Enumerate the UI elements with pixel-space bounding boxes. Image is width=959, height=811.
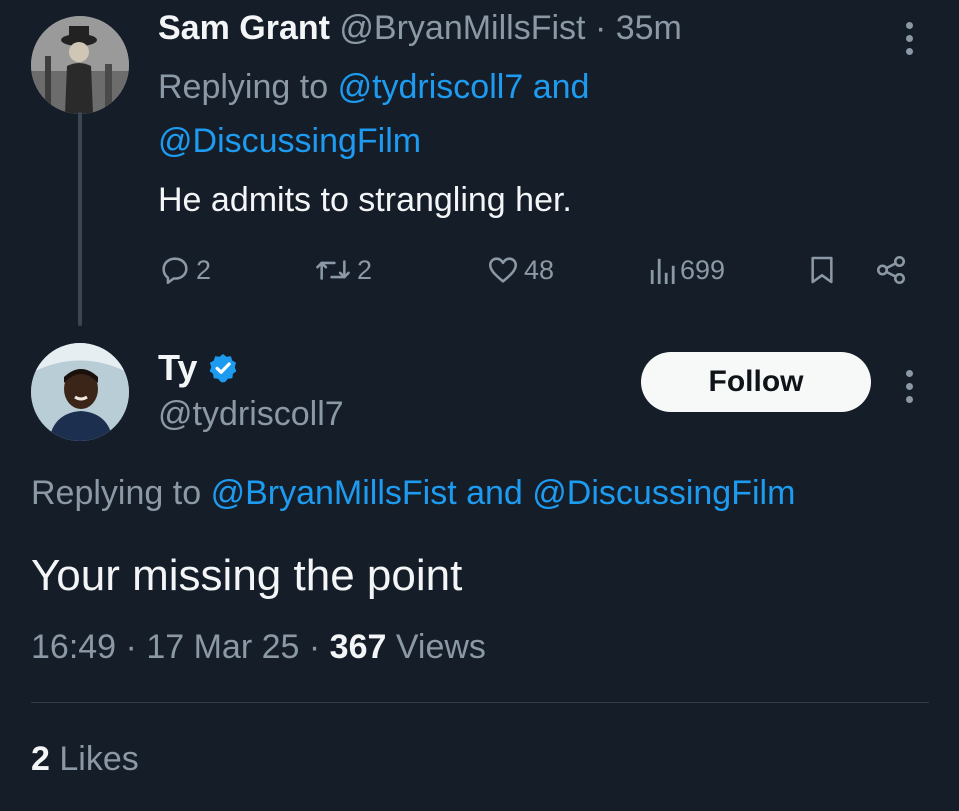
tweet-thread-page: Sam Grant @BryanMillsFist · 35m Replying… bbox=[0, 0, 959, 811]
meta-separator: · bbox=[308, 628, 321, 666]
more-options-icon[interactable] bbox=[904, 370, 914, 403]
views-count: 699 bbox=[680, 254, 726, 285]
repost-button[interactable]: 2 bbox=[313, 248, 372, 292]
thread-connector-line bbox=[78, 112, 82, 326]
parent-author-name[interactable]: Sam Grant bbox=[158, 9, 330, 47]
replying-and: and bbox=[466, 474, 523, 512]
avatar-ty[interactable] bbox=[31, 343, 129, 441]
parent-timestamp[interactable]: 35m bbox=[616, 9, 682, 47]
mention-discussingfilm[interactable]: @DiscussingFilm bbox=[532, 474, 795, 512]
replying-to-label: Replying to bbox=[31, 474, 202, 512]
mention-tydriscoll7[interactable]: @tydriscoll7 bbox=[338, 68, 524, 106]
mention-bryanmillsfist[interactable]: @BryanMillsFist bbox=[211, 474, 457, 512]
like-count: 48 bbox=[524, 254, 555, 285]
verified-badge-icon bbox=[210, 354, 237, 383]
heart-icon bbox=[488, 257, 518, 283]
reply-button[interactable]: 2 bbox=[158, 248, 211, 292]
replying-to-label: Replying to bbox=[158, 68, 329, 106]
parent-action-bar: 2 2 48 699 bbox=[0, 248, 959, 292]
likes-count: 2 bbox=[31, 740, 50, 778]
meta-separator: · bbox=[125, 628, 137, 666]
more-options-icon[interactable] bbox=[904, 22, 914, 55]
parent-separator: · bbox=[594, 9, 607, 47]
tweet-time[interactable]: 16:49 bbox=[31, 628, 116, 666]
parent-tweet-text: He admits to strangling her. bbox=[158, 181, 572, 219]
likes-summary[interactable]: 2 Likes bbox=[31, 734, 139, 784]
views-count: 367 bbox=[329, 628, 387, 666]
share-icon bbox=[876, 255, 906, 285]
main-tweet-text: Your missing the point bbox=[31, 551, 463, 600]
repost-count: 2 bbox=[357, 254, 373, 285]
mention-discussingfilm[interactable]: @DiscussingFilm bbox=[158, 122, 421, 160]
likes-label: Likes bbox=[59, 740, 139, 778]
avatar-sam-grant[interactable] bbox=[31, 16, 129, 114]
tweet-metadata: 16:49 · 17 Mar 25 · 367 Views bbox=[31, 622, 486, 672]
bookmark-button[interactable] bbox=[806, 248, 838, 292]
follow-button[interactable]: Follow bbox=[641, 352, 871, 412]
parent-tweet-header: Sam Grant @BryanMillsFist · 35m bbox=[158, 6, 682, 50]
parent-author-handle[interactable]: @BryanMillsFist bbox=[339, 9, 585, 47]
like-button[interactable]: 48 bbox=[486, 248, 554, 292]
reply-icon bbox=[162, 257, 188, 285]
share-button[interactable] bbox=[873, 248, 909, 292]
divider bbox=[31, 702, 929, 703]
views-button[interactable]: 699 bbox=[648, 248, 725, 292]
reply-count: 2 bbox=[196, 254, 212, 285]
repost-icon bbox=[316, 260, 350, 280]
main-replying-to: Replying to @BryanMillsFist and @Discuss… bbox=[31, 470, 795, 516]
replying-and: and bbox=[532, 68, 590, 106]
main-tweet-author: Ty bbox=[158, 346, 239, 390]
views-label: Views bbox=[395, 628, 486, 666]
tweet-date[interactable]: 17 Mar 25 bbox=[146, 628, 299, 666]
bookmark-icon bbox=[811, 256, 833, 284]
main-author-name[interactable]: Ty bbox=[158, 346, 197, 390]
main-author-handle[interactable]: @tydriscoll7 bbox=[158, 392, 344, 436]
parent-replying-to: Replying to @tydriscoll7 and @Discussing… bbox=[158, 60, 718, 168]
views-bar-chart-icon bbox=[650, 258, 675, 284]
